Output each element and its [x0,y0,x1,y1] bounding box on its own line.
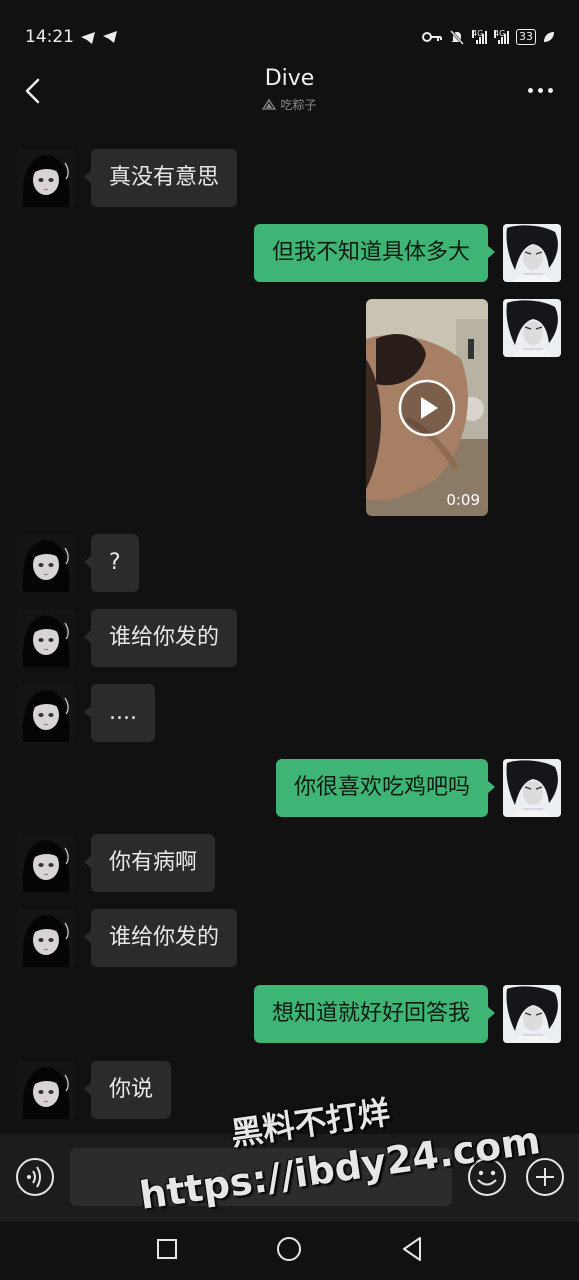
chat-title: Dive [264,66,315,91]
chat-header: Dive 吃粽子 [0,62,579,122]
my-avatar[interactable] [503,299,561,357]
status-time: 14:21 [25,27,74,47]
contact-avatar[interactable] [17,149,75,207]
telegram-icon [81,32,95,44]
status-icons: 4G 4G 33 [103,27,555,47]
message-bubble[interactable]: .... [84,684,155,742]
message-bubble[interactable]: 想知道就好好回答我 [253,985,496,1043]
message-bubble[interactable]: 谁给你发的 [83,609,238,667]
message-bubble[interactable]: 真没有意思 [83,149,238,207]
system-nav-bar [0,1222,579,1280]
plus-icon[interactable] [525,1157,565,1197]
play-icon[interactable] [398,379,456,437]
my-avatar[interactable] [503,224,561,282]
video-message[interactable]: 0:09 [366,299,488,516]
contact-avatar[interactable] [17,834,75,892]
message-bubble[interactable]: 你很喜欢吃鸡吧吗 [275,759,496,817]
contact-avatar[interactable] [17,1061,75,1119]
message-list[interactable]: 真没有意思 但我不知道具体多大 0:09 ? 谁给你发的 .... 你很喜欢吃鸡… [0,122,579,1134]
contact-avatar[interactable] [17,909,75,967]
signal-icon-2: 4G [494,30,509,44]
more-icon[interactable] [528,88,553,93]
leaf-icon [544,32,554,42]
recents-icon[interactable] [156,1238,178,1260]
message-bubble[interactable]: ? [84,534,139,592]
my-avatar[interactable] [503,985,561,1043]
input-bar [0,1134,579,1222]
message-bubble[interactable]: 但我不知道具体多大 [253,224,496,282]
video-duration: 0:09 [446,491,480,509]
telegram-icon [103,31,117,43]
chat-subtitle: 吃粽子 [0,96,579,113]
voice-icon[interactable] [15,1157,55,1197]
contact-avatar[interactable] [17,534,75,592]
message-bubble[interactable]: 谁给你发的 [83,909,238,967]
message-bubble[interactable]: 你有病啊 [83,834,216,892]
message-input[interactable] [70,1148,452,1206]
mute-bell-icon [450,30,464,45]
battery-indicator: 33 [516,29,536,45]
contact-avatar[interactable] [17,609,75,667]
back-triangle-icon[interactable] [400,1236,424,1262]
contact-avatar[interactable] [17,684,75,742]
emoji-icon[interactable] [467,1157,507,1197]
status-icon [262,98,277,110]
home-icon[interactable] [276,1236,302,1262]
signal-icon: 4G [472,30,487,44]
key-icon [422,32,442,42]
my-avatar[interactable] [503,759,561,817]
message-bubble[interactable]: 你说 [83,1061,172,1119]
